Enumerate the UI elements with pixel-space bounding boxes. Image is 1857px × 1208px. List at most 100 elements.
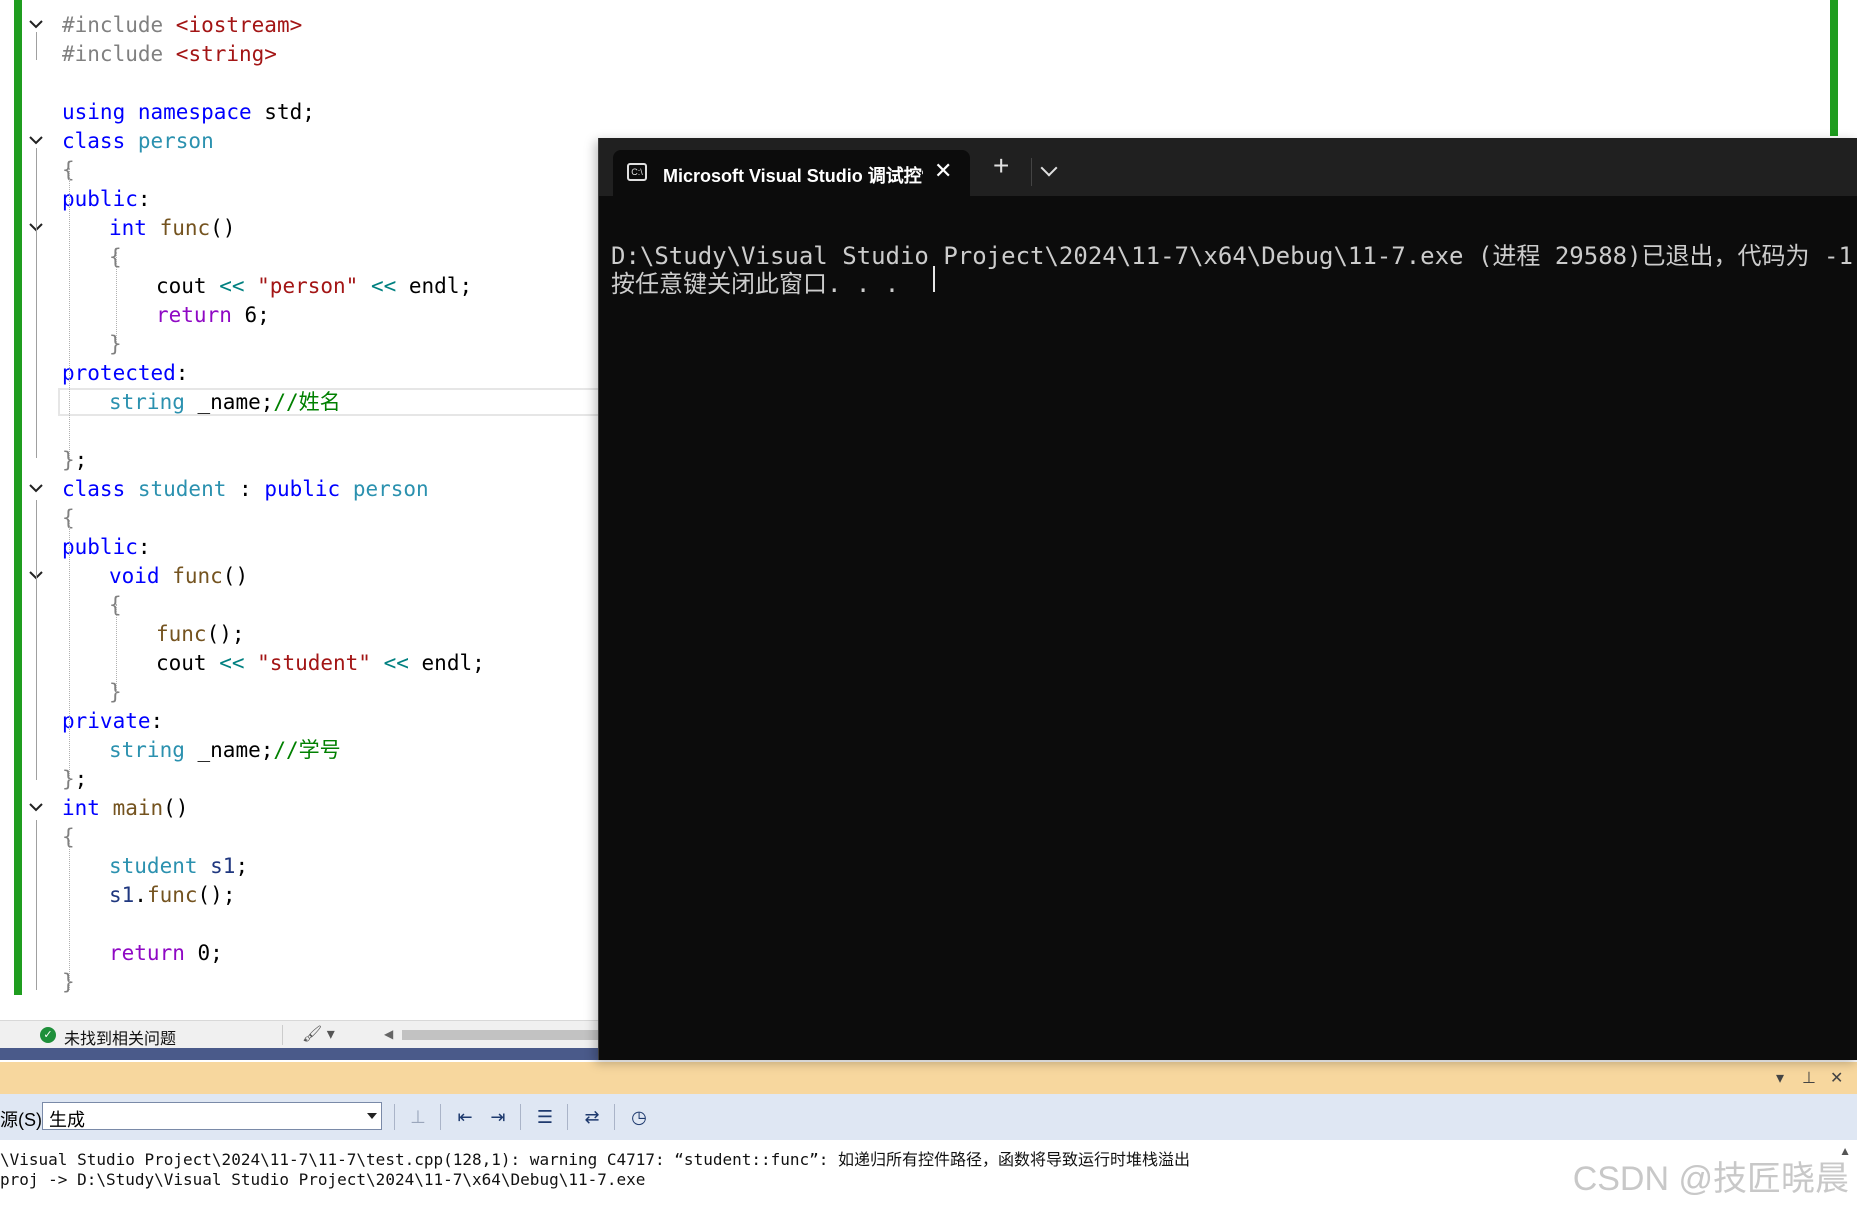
code-line: return 0;: [109, 939, 223, 968]
close-icon[interactable]: ✕: [1830, 1068, 1843, 1088]
code-line: #include <iostream>: [62, 11, 302, 40]
code-token: protected: [62, 361, 176, 385]
code-line: };: [62, 446, 87, 475]
console-icon: C:\: [627, 163, 647, 181]
next-message-icon[interactable]: ⇥: [485, 1104, 511, 1130]
titlebar-separator: [1031, 158, 1032, 186]
code-token: 0;: [197, 941, 223, 965]
previous-message-icon[interactable]: ⇤: [452, 1104, 478, 1130]
code-token: return: [109, 941, 198, 965]
close-tab-icon[interactable]: ✕: [934, 158, 952, 184]
clear-all-icon[interactable]: ☰: [532, 1104, 558, 1130]
fold-toggle-icon[interactable]: [25, 798, 47, 820]
scroll-left-icon[interactable]: ◀: [384, 1027, 393, 1041]
code-token: class: [62, 477, 138, 501]
code-token: int: [109, 216, 160, 240]
code-token: :: [239, 477, 265, 501]
code-line: using namespace std;: [62, 98, 315, 127]
code-token: endl;: [408, 274, 473, 298]
text-cursor: [933, 266, 935, 292]
code-token: public: [62, 187, 138, 211]
word-wrap-icon[interactable]: ⇄: [579, 1104, 605, 1130]
code-token: ;: [74, 448, 88, 472]
code-token: func: [172, 564, 223, 588]
change-indicator-right: [1830, 0, 1838, 136]
terminal-output-line: 按任意键关闭此窗口. . .: [611, 270, 900, 298]
output-panel-title-bar: ▾ ⊥ ✕: [0, 1062, 1857, 1094]
find-message-icon[interactable]: ⊥: [405, 1104, 431, 1130]
output-line: \Visual Studio Project\2024\11-7\11-7\te…: [0, 1150, 1191, 1169]
code-token: namespace: [137, 100, 265, 124]
watermark: CSDN @技匠晓晨: [1572, 1160, 1849, 1198]
code-token: ;: [235, 854, 249, 878]
code-token: ();: [206, 622, 245, 646]
code-line: string _name;//学号: [109, 736, 341, 765]
scope-guide: [36, 500, 37, 780]
code-line: s1.func();: [109, 881, 235, 910]
code-token: student: [137, 477, 240, 501]
status-separator: [282, 1025, 283, 1045]
code-token: :: [137, 535, 151, 559]
code-token: //学号: [273, 738, 341, 762]
issues-status: 未找到相关问题: [64, 1031, 177, 1048]
code-token: :: [137, 187, 151, 211]
toolbar-separator: [440, 1104, 441, 1130]
editor-status-bar: ✓ 未找到相关问题 🖌 ▾ ◀: [0, 1020, 600, 1049]
code-line: return 6;: [156, 301, 270, 330]
chevron-down-icon[interactable]: [1040, 159, 1058, 177]
check-icon: ✓: [40, 1027, 56, 1043]
code-token: func: [159, 216, 211, 240]
panel-menu-icon[interactable]: ▾: [1776, 1068, 1784, 1088]
scope-guide: [69, 840, 70, 990]
pin-icon[interactable]: ⊥: [1802, 1068, 1816, 1088]
scope-guide: [69, 168, 70, 458]
source-select[interactable]: 生成: [42, 1102, 382, 1130]
code-token: //姓名: [273, 390, 341, 414]
code-token: <<: [219, 274, 258, 298]
change-indicator-left: [14, 0, 22, 995]
code-token: string: [109, 738, 198, 762]
code-token: <iostream>: [175, 13, 303, 37]
terminal-tab[interactable]: C:\ Microsoft Visual Studio 调试控制台 ✕: [613, 150, 970, 196]
code-token: class: [62, 129, 138, 153]
code-token: :: [150, 709, 164, 733]
scope-guide: [36, 148, 37, 458]
code-token: "person": [257, 274, 371, 298]
new-tab-icon[interactable]: +: [993, 150, 1009, 182]
code-token: _name;: [197, 390, 274, 414]
toolbar-separator: [520, 1104, 521, 1130]
code-token: person: [352, 477, 429, 501]
code-line: void func(): [109, 562, 248, 591]
code-token: _name;: [197, 738, 274, 762]
scope-guide: [36, 32, 37, 60]
code-token: endl;: [421, 651, 485, 675]
chevron-down-icon: [367, 1113, 377, 1119]
scope-guide: [116, 252, 117, 342]
fold-toggle-icon[interactable]: [25, 479, 47, 501]
code-line: public:: [62, 185, 151, 214]
clock-icon[interactable]: ◷: [626, 1104, 652, 1130]
code-token: using: [62, 100, 138, 124]
code-token: cout: [156, 274, 220, 298]
toolbar-separator: [614, 1104, 615, 1130]
code-token: void: [109, 564, 173, 588]
code-cleanup-icon[interactable]: 🖌 ▾: [302, 1024, 335, 1044]
code-token: :: [175, 361, 189, 385]
code-line: int func(): [109, 214, 235, 243]
code-token: .: [134, 883, 147, 907]
code-token: "student": [257, 651, 384, 675]
toolbar-separator: [394, 1104, 395, 1130]
horizontal-scrollbar[interactable]: [402, 1030, 600, 1040]
debug-console-window[interactable]: C:\ Microsoft Visual Studio 调试控制台 ✕ + D:…: [598, 138, 1857, 1060]
code-token: ();: [197, 883, 236, 907]
code-token: student: [109, 854, 211, 878]
code-token: <string>: [175, 42, 277, 66]
code-line: class student : public person: [62, 475, 429, 504]
code-token: main: [112, 796, 164, 820]
panel-splitter[interactable]: [0, 1048, 600, 1060]
code-token: public: [264, 477, 353, 501]
code-token: s1: [210, 854, 236, 878]
terminal-title-bar: C:\ Microsoft Visual Studio 调试控制台 ✕ +: [599, 138, 1857, 196]
output-line: proj -> D:\Study\Visual Studio Project\2…: [0, 1170, 646, 1189]
code-line: cout << "person" << endl;: [156, 272, 472, 301]
